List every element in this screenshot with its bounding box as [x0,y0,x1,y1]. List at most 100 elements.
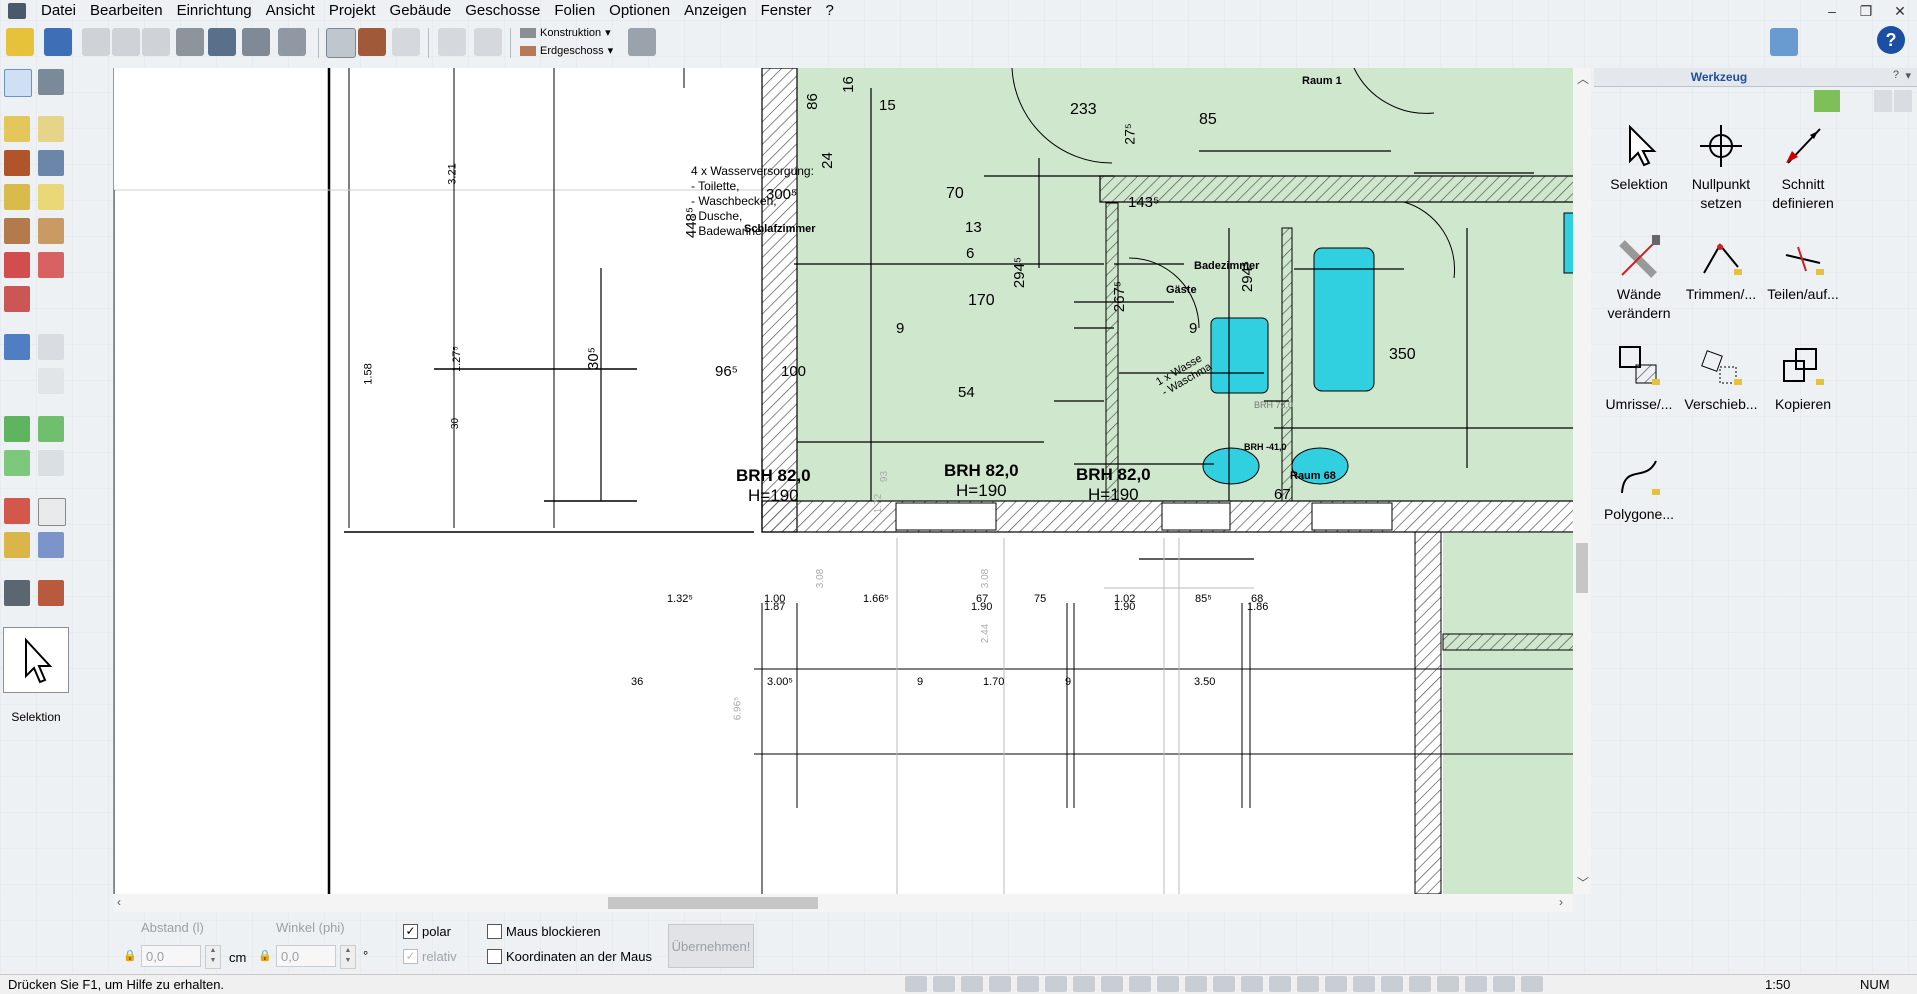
tool-schnitt[interactable]: Schnitt definieren [1758,123,1848,213]
column-tool-icon[interactable] [38,218,64,244]
text-tool-icon[interactable] [38,498,66,526]
redo2-icon[interactable] [142,28,170,56]
wall-tool-icon[interactable] [4,116,30,142]
door-tool-icon[interactable] [4,150,30,176]
scroll-right-icon[interactable]: › [1559,895,1563,909]
menu-gebaeude[interactable]: Gebäude [383,0,459,22]
layers-icon[interactable] [628,28,656,56]
pencil-icon[interactable] [961,976,983,992]
roof-tool-icon[interactable] [4,252,30,278]
pencil-tool-icon[interactable] [4,532,30,558]
drawing-canvas[interactable]: Raum 1 Schlafzimmer Badezimmer Gäste Rau… [113,68,1574,894]
horizontal-scrollbar[interactable]: ‹ › [113,894,1573,912]
object-icon[interactable] [1381,976,1403,992]
floorplan-view-icon[interactable] [326,28,356,58]
dim-icon[interactable] [989,976,1011,992]
minimize-icon[interactable]: – [1815,0,1849,22]
zoom-all-icon[interactable] [278,28,306,56]
door-icon[interactable] [1157,976,1179,992]
terrain2-tool-icon[interactable] [38,416,64,442]
panel-close-icon[interactable]: ▾ [1905,69,1911,82]
tool-verschieben[interactable]: Verschieb... [1676,343,1766,414]
3d-objects-tool-icon[interactable] [4,580,30,606]
menu-einrichtung[interactable]: Einrichtung [170,0,259,22]
pointer-tool-icon[interactable] [4,69,32,97]
coords-at-mouse-checkbox[interactable]: Koordinaten an der Maus [487,949,652,964]
distance-input[interactable]: 0,0 [141,945,201,967]
grid-icon[interactable] [933,976,955,992]
plant-tool-icon[interactable] [38,450,64,476]
scale-indicator[interactable]: 1:50 [1765,977,1790,992]
angle-input[interactable]: 0,0 [276,945,336,967]
horizontal-scroll-thumb[interactable] [608,897,818,909]
note-icon[interactable] [1521,976,1543,992]
area-tool-icon[interactable] [4,450,30,476]
menu-geschosse[interactable]: Geschosse [458,0,547,22]
floor-dropdown[interactable]: Erdgeschoss ▾ [520,44,613,57]
tool-kopieren[interactable]: Kopieren [1758,343,1848,414]
tripod-icon[interactable] [1493,976,1515,992]
dog-icon[interactable] [1325,976,1347,992]
panel-option-icon[interactable] [1874,90,1892,112]
zoom-window-icon[interactable] [242,28,270,56]
restore-icon[interactable]: ❐ [1849,0,1883,22]
3d-house-icon[interactable] [358,28,386,56]
text-icon[interactable] [1437,976,1459,992]
app-icon[interactable] [8,3,26,19]
apply-button[interactable]: Übernehmen! [668,924,754,968]
distance-stepper[interactable]: ▲ ▼ [205,945,221,969]
window-icon[interactable] [1185,976,1207,992]
roof-icon[interactable] [1297,976,1319,992]
tool-polygone[interactable]: Polygone... [1594,453,1684,524]
hatch3-icon[interactable] [1101,976,1123,992]
object-tool-icon[interactable] [38,368,64,394]
wall-icon[interactable] [1017,976,1039,992]
sofa-icon[interactable] [1353,976,1375,992]
snap-icon[interactable] [905,976,927,992]
tool-trimmen[interactable]: Trimmen/... [1676,233,1766,304]
polar-checkbox[interactable]: ✓ polar [403,924,451,939]
tool-waende-veraendern[interactable]: Wände verändern [1594,233,1684,323]
section-tool-icon[interactable] [38,580,64,606]
lock-icon[interactable]: 🔒 [258,949,272,962]
tool-selektion[interactable]: Selektion [1594,123,1684,194]
block-mouse-checkbox[interactable]: Maus blockieren [487,924,601,939]
undo-icon[interactable] [82,28,110,56]
menu-help[interactable]: ? [818,0,840,22]
open-folder-icon[interactable] [6,28,34,56]
measure-icon[interactable] [1465,976,1487,992]
tree-icon[interactable] [1269,976,1291,992]
stairs-icon[interactable] [1129,976,1151,992]
settings-tool-icon[interactable] [38,69,64,95]
panel-option-icon[interactable] [1894,90,1912,112]
stairs-tool-icon[interactable] [4,184,30,210]
menu-fenster[interactable]: Fenster [754,0,819,22]
move-icon[interactable] [438,28,466,56]
furniture-tool-icon[interactable] [4,334,30,360]
save-icon[interactable] [44,28,72,56]
vertical-scrollbar[interactable]: ︿ ﹀ [1573,68,1591,894]
chair-icon[interactable] [1241,976,1263,992]
menu-optionen[interactable]: Optionen [602,0,677,22]
wall3d-tool-icon[interactable] [38,116,64,142]
lock-icon[interactable]: 🔒 [123,949,137,962]
menu-anzeigen[interactable]: Anzeigen [677,0,754,22]
redo-icon[interactable] [112,28,140,56]
relative-checkbox[interactable]: ✓ relativ [403,949,457,964]
angle-stepper[interactable]: ▲ ▼ [340,945,356,969]
catalog-icon[interactable] [1770,28,1798,56]
perspective-icon[interactable] [392,28,420,56]
hatch-icon[interactable] [1045,976,1067,992]
layer-icon[interactable] [1409,976,1431,992]
window-tool-icon[interactable] [38,150,64,176]
menu-datei[interactable]: Datei [34,0,83,22]
pen-tool-icon[interactable] [38,532,64,558]
print-preview-icon[interactable] [208,28,236,56]
tool-teilen[interactable]: Teilen/auf... [1758,233,1848,304]
close-icon[interactable]: ✕ [1883,0,1917,22]
menu-ansicht[interactable]: Ansicht [259,0,322,22]
vertical-scroll-thumb[interactable] [1576,543,1588,593]
terrain-tool-icon[interactable] [4,416,30,442]
menu-folien[interactable]: Folien [547,0,602,22]
ceiling-tool-icon[interactable] [38,184,64,210]
